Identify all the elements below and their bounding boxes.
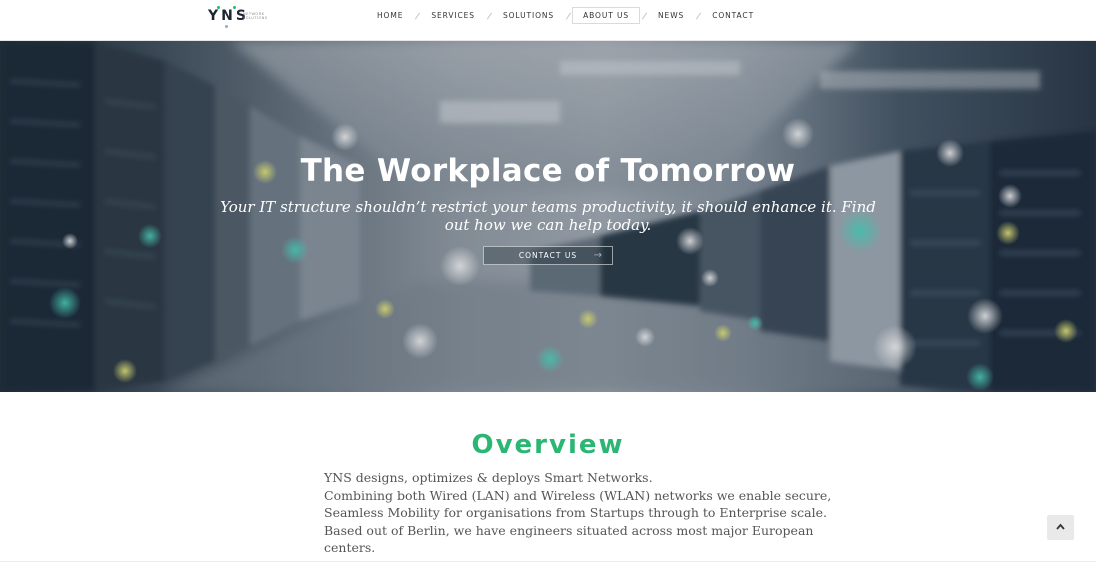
section-divider bbox=[0, 561, 1096, 562]
nav-item-home[interactable]: HOME bbox=[367, 7, 413, 24]
nav-separator bbox=[485, 12, 493, 20]
logo-subtext: NETWORK SOLUTIONS bbox=[243, 12, 268, 20]
hero-title: The Workplace of Tomorrow bbox=[300, 153, 796, 189]
overview-line: Based out of Berlin, we have engineers s… bbox=[324, 522, 814, 538]
overview-line: YNS designs, optimizes & deploys Smart N… bbox=[324, 470, 653, 485]
nav-item-about-us[interactable]: ABOUT US bbox=[572, 7, 641, 24]
main-nav: HOME SERVICES SOLUTIONS ABOUT US NEWS CO… bbox=[367, 7, 764, 24]
nav-item-contact[interactable]: CONTACT bbox=[702, 7, 764, 24]
nav-separator bbox=[413, 12, 421, 20]
nav-item-news[interactable]: NEWS bbox=[648, 7, 694, 24]
chevron-up-icon bbox=[1056, 523, 1065, 530]
logo-dot bbox=[225, 25, 228, 28]
contact-us-button[interactable]: CONTACT US → bbox=[483, 246, 613, 265]
arrow-right-icon: → bbox=[593, 250, 603, 261]
nav-item-solutions[interactable]: SOLUTIONS bbox=[493, 7, 564, 24]
overview-title: Overview bbox=[471, 430, 625, 460]
overview-line: centers. bbox=[324, 540, 376, 555]
scroll-to-top-button[interactable] bbox=[1047, 515, 1074, 540]
overview-line: Seamless Mobility for organisations from… bbox=[324, 505, 827, 520]
site-logo[interactable]: YNS NETWORK SOLUTIONS bbox=[208, 6, 268, 28]
hero-banner: The Workplace of Tomorrow Your IT struct… bbox=[0, 41, 1096, 392]
overview-line: Combining both Wired (LAN) and Wireless … bbox=[324, 487, 832, 503]
site-header: YNS NETWORK SOLUTIONS HOME SERVICES SOLU… bbox=[0, 0, 1096, 41]
nav-item-services[interactable]: SERVICES bbox=[421, 7, 485, 24]
hero-subtitle: Your IT structure shouldn’t restrict you… bbox=[220, 198, 876, 234]
overview-text: YNS designs, optimizes & deploys Smart N… bbox=[324, 469, 832, 557]
nav-separator bbox=[564, 12, 572, 20]
nav-separator bbox=[694, 12, 702, 20]
nav-separator bbox=[640, 12, 648, 20]
contact-us-button-label: CONTACT US bbox=[518, 251, 578, 260]
